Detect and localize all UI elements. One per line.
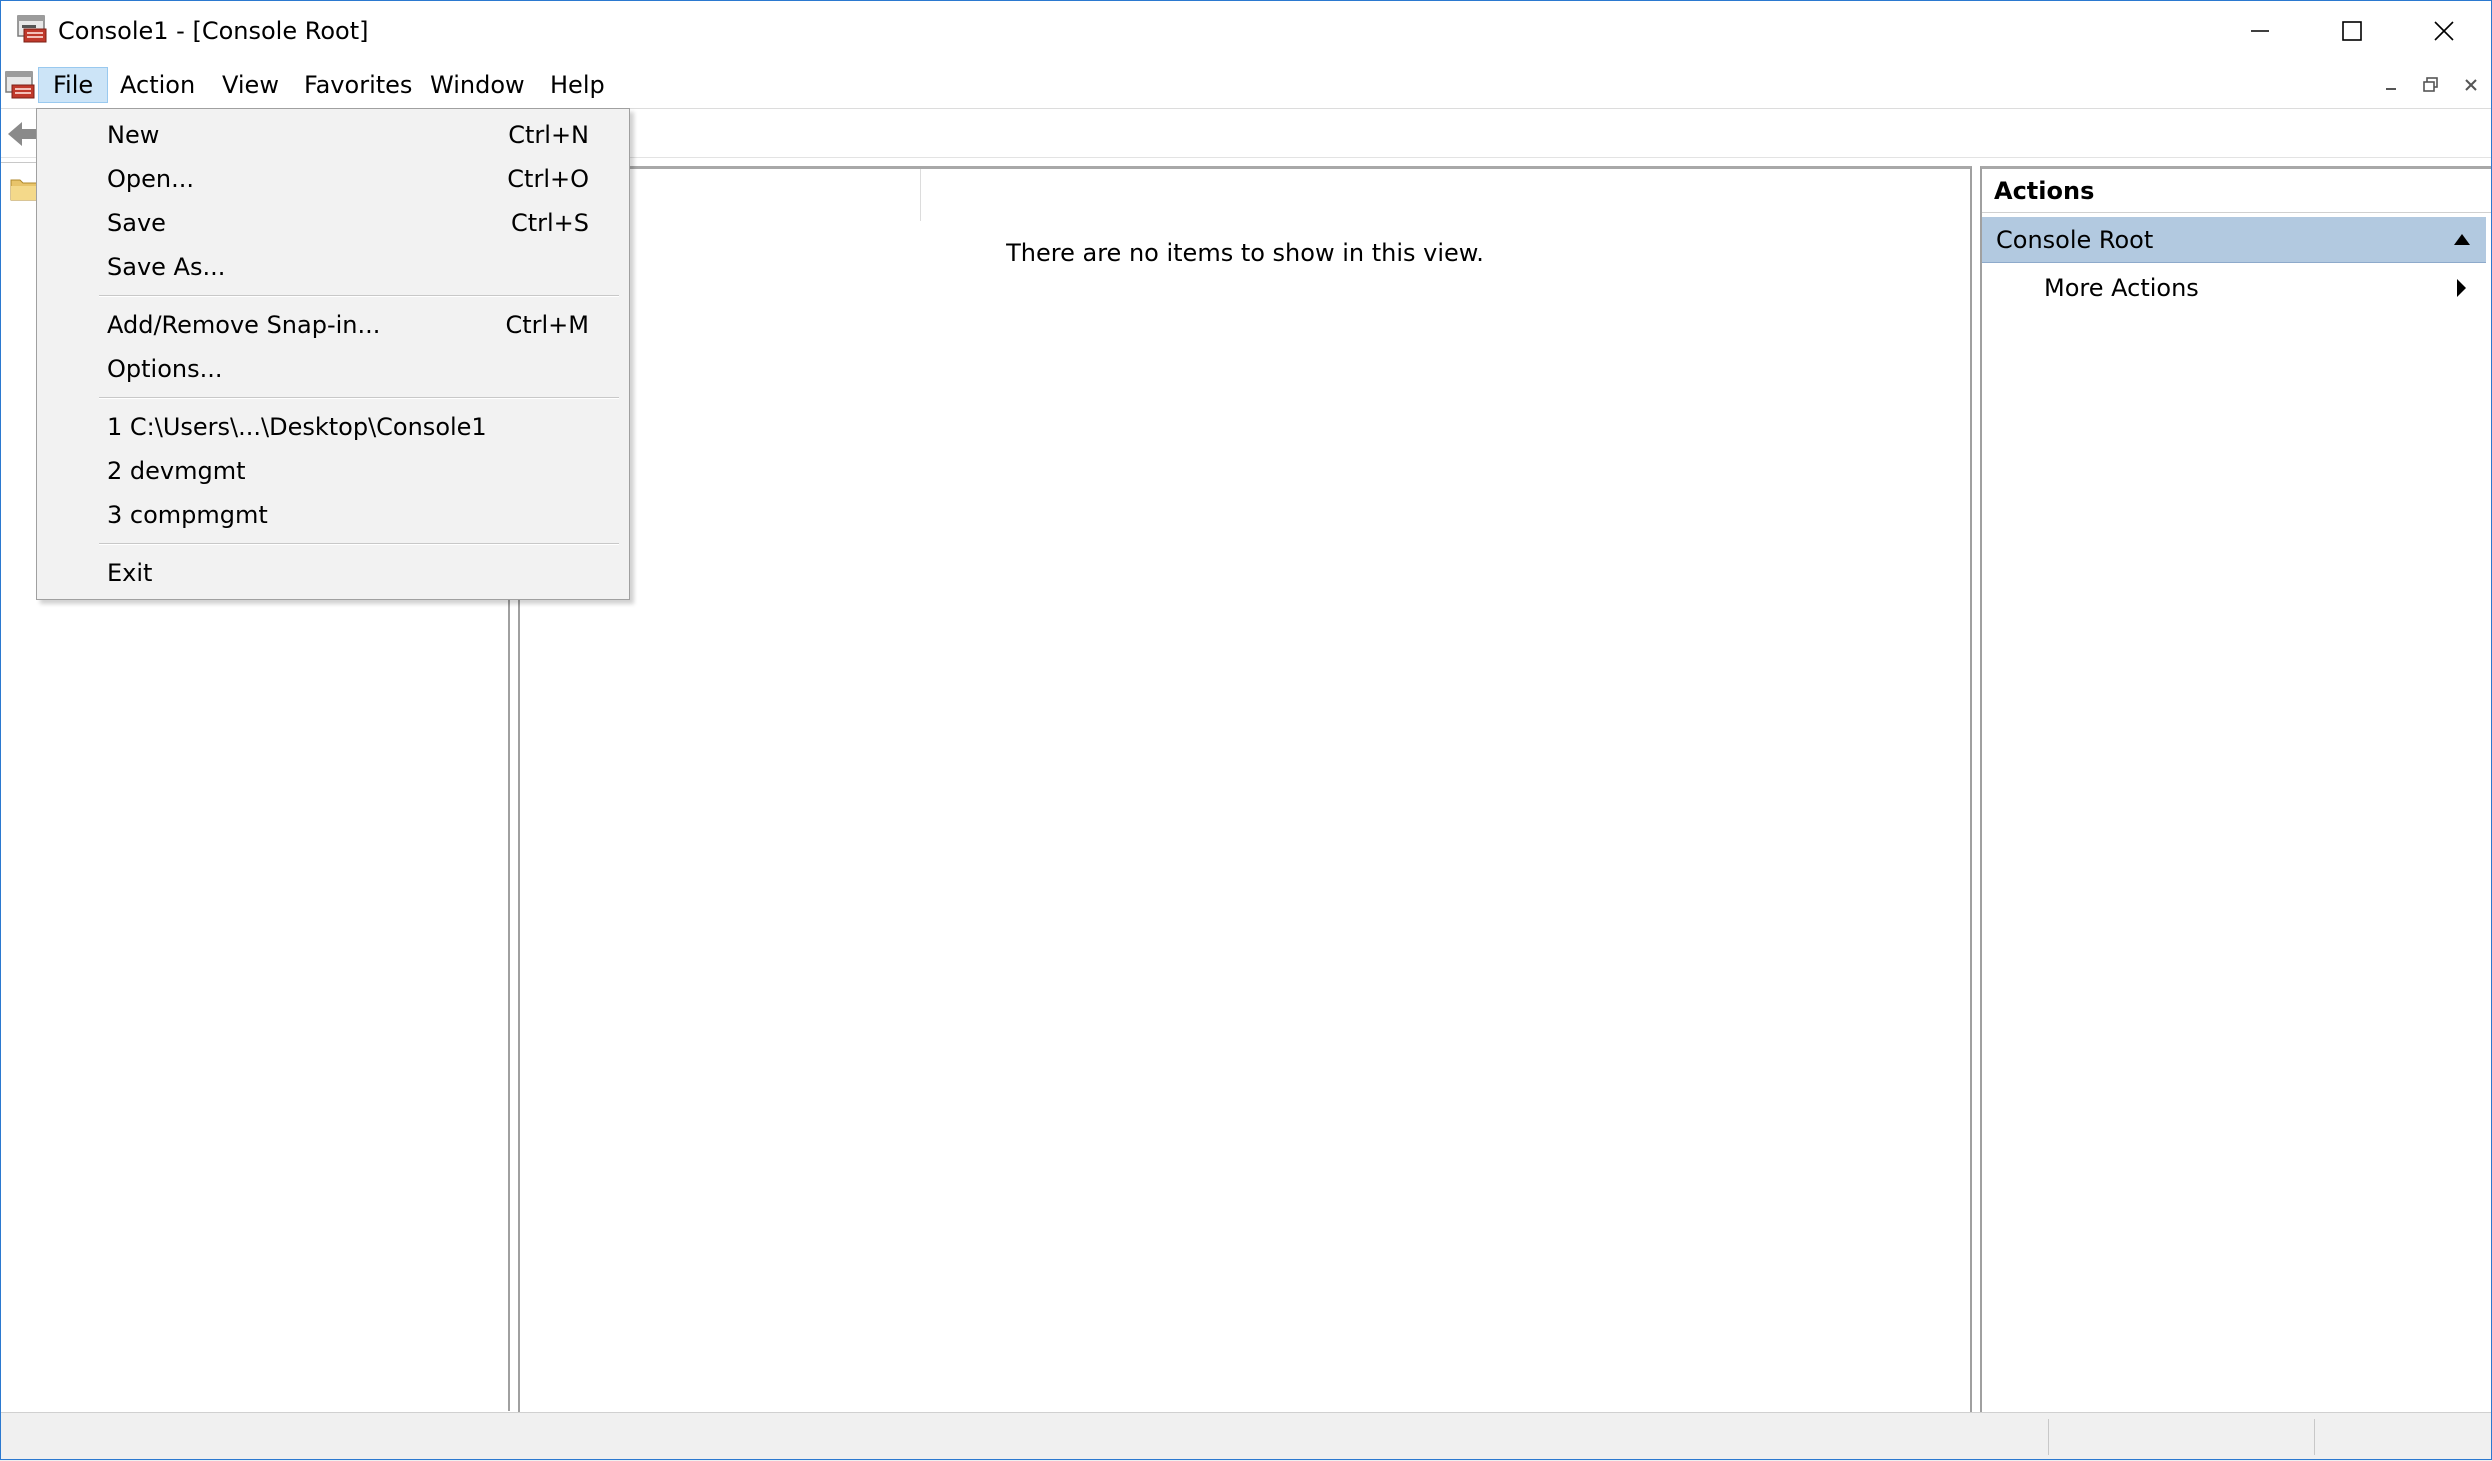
- menu-file[interactable]: File: [38, 67, 109, 103]
- mdi-close-button[interactable]: [2454, 70, 2488, 100]
- window-title: Console1 - [Console Root]: [58, 17, 369, 45]
- back-button[interactable]: [6, 119, 38, 149]
- mdi-minimize-button[interactable]: [2374, 70, 2408, 100]
- close-icon: [2465, 79, 2477, 91]
- menu-favorites[interactable]: Favorites: [290, 68, 426, 102]
- mdi-restore-button[interactable]: [2414, 70, 2448, 100]
- minimize-button[interactable]: [2214, 0, 2306, 62]
- close-button[interactable]: [2398, 0, 2490, 62]
- more-actions-item[interactable]: More Actions: [1982, 265, 2486, 311]
- restore-icon: [2423, 77, 2438, 92]
- mdi-window-controls: [2372, 64, 2490, 104]
- file-menu-exit[interactable]: Exit: [37, 551, 629, 595]
- title-bar[interactable]: Console1 - [Console Root]: [0, 0, 2492, 62]
- back-arrow-icon: [8, 122, 36, 146]
- column-header-divider[interactable]: [920, 169, 921, 221]
- menu-view[interactable]: View: [208, 68, 293, 102]
- maximize-button[interactable]: [2306, 0, 2398, 62]
- menu-bar: File Action View Favorites Window Help: [0, 62, 2492, 109]
- file-menu-save[interactable]: Save Ctrl+S: [37, 201, 629, 245]
- actions-header: Actions: [1982, 169, 2492, 213]
- file-menu-options[interactable]: Options...: [37, 347, 629, 391]
- file-menu-recent-3[interactable]: 3 compmgmt: [37, 493, 629, 537]
- file-menu-save-as[interactable]: Save As...: [37, 245, 629, 289]
- file-menu-new[interactable]: New Ctrl+N: [37, 113, 629, 157]
- menu-separator: [99, 397, 619, 399]
- menu-separator: [99, 543, 619, 545]
- status-divider: [2048, 1419, 2049, 1455]
- minimize-icon: [2251, 30, 2269, 32]
- more-actions-label: More Actions: [2044, 274, 2199, 302]
- menu-separator: [99, 295, 619, 297]
- file-menu-recent-2[interactable]: 2 devmgmt: [37, 449, 629, 493]
- menu-window[interactable]: Window: [416, 68, 539, 102]
- actions-pane: Actions Console Root More Actions: [1980, 166, 2492, 1413]
- menu-action[interactable]: Action: [106, 68, 209, 102]
- file-menu-open[interactable]: Open... Ctrl+O: [37, 157, 629, 201]
- submenu-arrow-icon: [2457, 279, 2466, 297]
- menu-help[interactable]: Help: [536, 68, 619, 102]
- file-menu-recent-1[interactable]: 1 C:\Users\...\Desktop\Console1: [37, 405, 629, 449]
- file-menu-dropdown: New Ctrl+N Open... Ctrl+O Save Ctrl+S Sa…: [36, 108, 630, 600]
- system-menu-icon[interactable]: [4, 70, 36, 100]
- status-bar: [0, 1412, 2492, 1461]
- minimize-icon: [2386, 88, 2396, 90]
- collapse-arrow-icon[interactable]: [2452, 231, 2472, 247]
- maximize-icon: [2342, 21, 2362, 41]
- actions-section-console-root[interactable]: Console Root: [1982, 217, 2486, 263]
- close-icon: [2434, 21, 2454, 41]
- mmc-app-icon[interactable]: [16, 14, 48, 44]
- file-menu-add-remove-snap-in[interactable]: Add/Remove Snap-in... Ctrl+M: [37, 303, 629, 347]
- status-divider: [2314, 1419, 2315, 1455]
- actions-section-label: Console Root: [1996, 226, 2154, 254]
- results-pane[interactable]: There are no items to show in this view.: [518, 166, 1972, 1415]
- empty-view-message: There are no items to show in this view.: [1006, 239, 1484, 267]
